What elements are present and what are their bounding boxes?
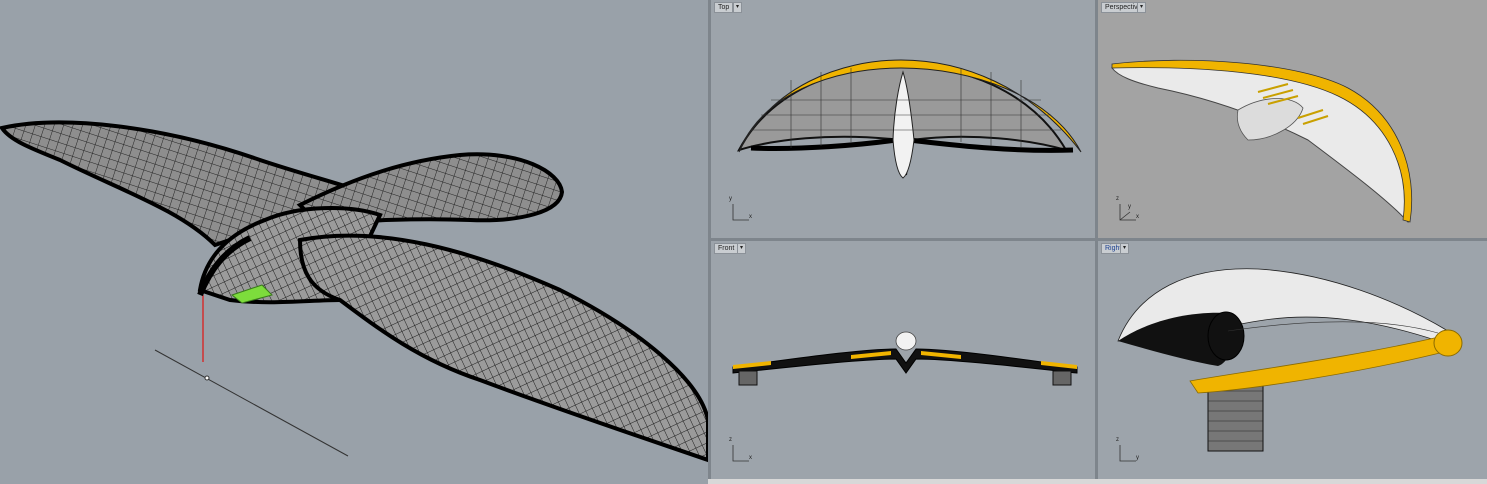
axis-z-label: z xyxy=(1116,437,1119,443)
axis-z-label: z xyxy=(1116,196,1119,202)
viewport-right[interactable]: Right ▾ y z xyxy=(1098,241,1487,479)
origin-point xyxy=(204,375,210,381)
perspective-view-model xyxy=(1111,59,1413,224)
front-wing xyxy=(297,233,708,463)
axis-indicator-perspective: x y z xyxy=(1116,196,1139,221)
viewport-title-front[interactable]: Front xyxy=(714,243,739,254)
chevron-down-icon[interactable]: ▾ xyxy=(1120,243,1129,254)
chevron-down-icon[interactable]: ▾ xyxy=(737,243,746,254)
viewport-top[interactable]: Top ▾ x y xyxy=(711,0,1095,238)
axis-y-label: y xyxy=(729,196,732,202)
axis-indicator-right: y z xyxy=(1116,437,1139,462)
axis-z-label: z xyxy=(729,437,732,443)
right-view-model xyxy=(1117,268,1463,452)
top-view-model xyxy=(736,59,1082,179)
main-render-view[interactable] xyxy=(0,0,708,484)
chevron-down-icon[interactable]: ▾ xyxy=(1137,2,1146,13)
bird-mesh-render xyxy=(0,120,708,463)
ground-line xyxy=(154,349,349,457)
viewport-tab-strip[interactable] xyxy=(708,479,1487,484)
front-view-model xyxy=(732,331,1078,386)
axis-x-label: x xyxy=(1136,214,1139,220)
viewport-front[interactable]: Front ▾ x z xyxy=(711,241,1095,479)
axis-y-label: y xyxy=(1128,204,1131,210)
viewport-title-top[interactable]: Top xyxy=(714,2,734,13)
chevron-down-icon[interactable]: ▾ xyxy=(733,2,742,13)
axis-indicator-top: x y xyxy=(729,196,752,221)
axis-x-label: x xyxy=(749,455,752,461)
axis-x-label: x xyxy=(749,214,752,220)
axis-indicator-front: x z xyxy=(729,437,752,462)
axis-y-label: y xyxy=(1136,455,1139,461)
viewport-grid: Top ▾ x y Perspective ▾ x y z Front ▾ x … xyxy=(708,0,1487,484)
viewport-perspective[interactable]: Perspective ▾ x y z xyxy=(1098,0,1487,238)
